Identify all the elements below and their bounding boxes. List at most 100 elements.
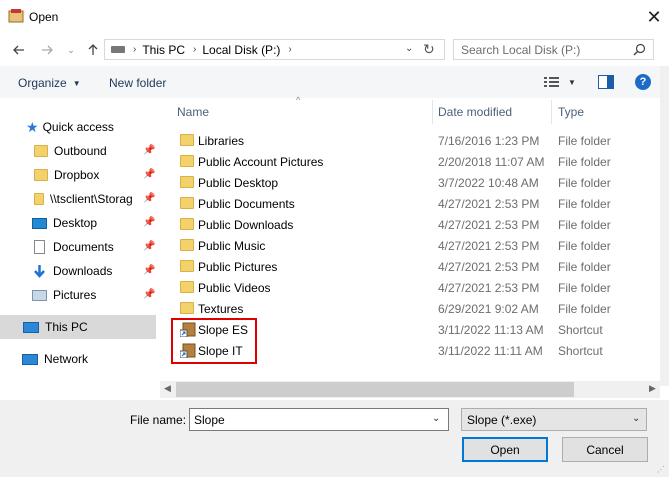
help-button[interactable]: ? [635, 74, 651, 90]
sidebar-item-outbound[interactable]: Outbound [34, 140, 107, 162]
forward-button[interactable] [38, 41, 56, 59]
desktop-icon [32, 217, 47, 229]
sidebar-item-dropbox[interactable]: Dropbox [34, 164, 99, 186]
column-divider[interactable] [432, 100, 433, 124]
pin-icon[interactable]: 📌 [143, 217, 155, 228]
documents-icon [34, 240, 45, 254]
file-type-select[interactable]: Slope (*.exe) ⌄ [461, 408, 647, 431]
pin-icon[interactable]: 📌 [143, 289, 155, 300]
column-header-date[interactable]: Date modified [438, 100, 512, 124]
file-name-value[interactable]: Slope [194, 413, 225, 427]
list-view-icon [544, 77, 559, 87]
refresh-icon[interactable]: ↻ [423, 41, 435, 58]
sidebar-item-desktop[interactable]: Desktop [32, 212, 97, 234]
file-row[interactable]: Public Downloads 4/27/2021 2:53 PM File … [172, 214, 650, 235]
star-icon: ★ [26, 118, 39, 135]
file-row[interactable]: Public Desktop 3/7/2022 10:48 AM File fo… [172, 172, 650, 193]
highlight-box [171, 318, 257, 364]
resize-grip-icon[interactable]: ⋰ [657, 465, 665, 474]
preview-pane-icon [598, 75, 614, 89]
recent-locations-button[interactable]: ⌄ [62, 41, 80, 59]
file-row[interactable]: Public Documents 4/27/2021 2:53 PM File … [172, 193, 650, 214]
search-box[interactable]: Search Local Disk (P:) [453, 39, 654, 60]
file-name-field[interactable]: Slope ⌄ [189, 408, 449, 431]
network-icon [22, 353, 38, 365]
close-button[interactable]: ✕ [640, 3, 668, 31]
file-row[interactable]: Public Account Pictures 2/20/2018 11:07 … [172, 151, 650, 172]
vertical-scrollbar[interactable] [660, 66, 669, 386]
folder-icon [180, 260, 194, 272]
file-row[interactable]: Public Videos 4/27/2021 2:53 PM File fol… [172, 277, 650, 298]
new-folder-button[interactable]: New folder [109, 76, 166, 90]
search-icon [633, 43, 646, 56]
column-header-name[interactable]: Name [177, 100, 209, 124]
sidebar-item-this-pc[interactable]: This PC [0, 315, 156, 339]
chevron-down-icon: ⌄ [632, 413, 641, 424]
folder-icon [180, 302, 194, 314]
close-icon: ✕ [646, 6, 662, 27]
back-button[interactable] [10, 41, 28, 59]
chevron-right-icon: › [133, 44, 137, 55]
file-type-value: Slope (*.exe) [467, 412, 537, 427]
sidebar-item-documents[interactable]: Documents [34, 236, 114, 258]
file-row[interactable]: Public Pictures 4/27/2021 2:53 PM File f… [172, 256, 650, 277]
folder-icon [180, 281, 194, 293]
breadcrumb-local-disk[interactable]: Local Disk (P:) [202, 43, 280, 57]
folder-icon [180, 176, 194, 188]
caret-down-icon: ▼ [72, 78, 81, 88]
pin-icon[interactable]: 📌 [143, 169, 155, 180]
folder-icon [34, 169, 48, 181]
chevron-down-icon[interactable]: ⌄ [432, 413, 440, 424]
folder-icon [34, 145, 48, 157]
sidebar-item-downloads[interactable]: Downloads [32, 260, 112, 282]
pin-icon[interactable]: 📌 [143, 265, 155, 276]
forward-arrow-icon [42, 45, 53, 55]
file-row[interactable]: Libraries 7/16/2016 1:23 PM File folder [172, 130, 650, 151]
back-arrow-icon [13, 45, 24, 55]
scroll-left-icon[interactable]: ◀ [164, 383, 171, 394]
pin-icon[interactable]: 📌 [143, 241, 155, 252]
view-options-button[interactable]: ▼ [544, 76, 576, 88]
scroll-right-icon[interactable]: ▶ [649, 383, 656, 394]
preview-pane-button[interactable] [598, 75, 614, 92]
chevron-right-icon: › [288, 44, 292, 55]
sidebar-item-tsclient[interactable]: \\tsclient\Storag [34, 188, 133, 210]
column-divider[interactable] [551, 100, 552, 124]
title-bar: Open ✕ [0, 0, 669, 34]
caret-down-icon: ▼ [568, 77, 576, 87]
pin-icon[interactable]: 📌 [143, 145, 155, 156]
file-name-label: File name: [130, 413, 187, 427]
cancel-button[interactable]: Cancel [562, 437, 648, 462]
search-input[interactable]: Search Local Disk (P:) [461, 43, 580, 57]
up-button[interactable] [84, 41, 102, 59]
navigation-pane: ★ Quick access Outbound 📌 Dropbox 📌 \\ts… [0, 100, 158, 398]
chevron-down-icon: ⌄ [67, 44, 75, 55]
file-row[interactable]: Public Music 4/27/2021 2:53 PM File fold… [172, 235, 650, 256]
file-row[interactable]: Textures 6/29/2021 9:02 AM File folder [172, 298, 650, 319]
address-dropdown-icon[interactable]: ⌄ [405, 43, 413, 54]
open-button[interactable]: Open [462, 437, 548, 462]
app-icon [8, 8, 24, 24]
downloads-icon [34, 264, 45, 278]
up-arrow-icon [88, 44, 98, 55]
address-bar[interactable]: › This PC › Local Disk (P:) › ⌄ ↻ [104, 39, 445, 60]
sidebar-item-pictures[interactable]: Pictures [32, 284, 96, 306]
window-title: Open [29, 10, 59, 24]
computer-icon [23, 321, 39, 333]
folder-icon [180, 155, 194, 167]
column-header-type[interactable]: Type [558, 100, 584, 124]
folder-icon [180, 197, 194, 209]
chevron-right-icon: › [193, 44, 197, 55]
scrollbar-thumb[interactable] [176, 382, 574, 397]
pin-icon[interactable]: 📌 [143, 193, 155, 204]
sort-indicator-icon: ^ [296, 95, 301, 105]
sidebar-item-network[interactable]: Network [22, 348, 88, 370]
organize-button[interactable]: Organize ▼ [18, 76, 81, 90]
sidebar-item-quick-access[interactable]: ★ Quick access [26, 116, 114, 138]
breadcrumb-this-pc[interactable]: This PC [142, 43, 185, 57]
folder-icon [180, 239, 194, 251]
help-icon: ? [639, 76, 647, 88]
network-folder-icon [34, 193, 44, 205]
folder-icon [180, 134, 194, 146]
drive-icon [111, 46, 125, 53]
